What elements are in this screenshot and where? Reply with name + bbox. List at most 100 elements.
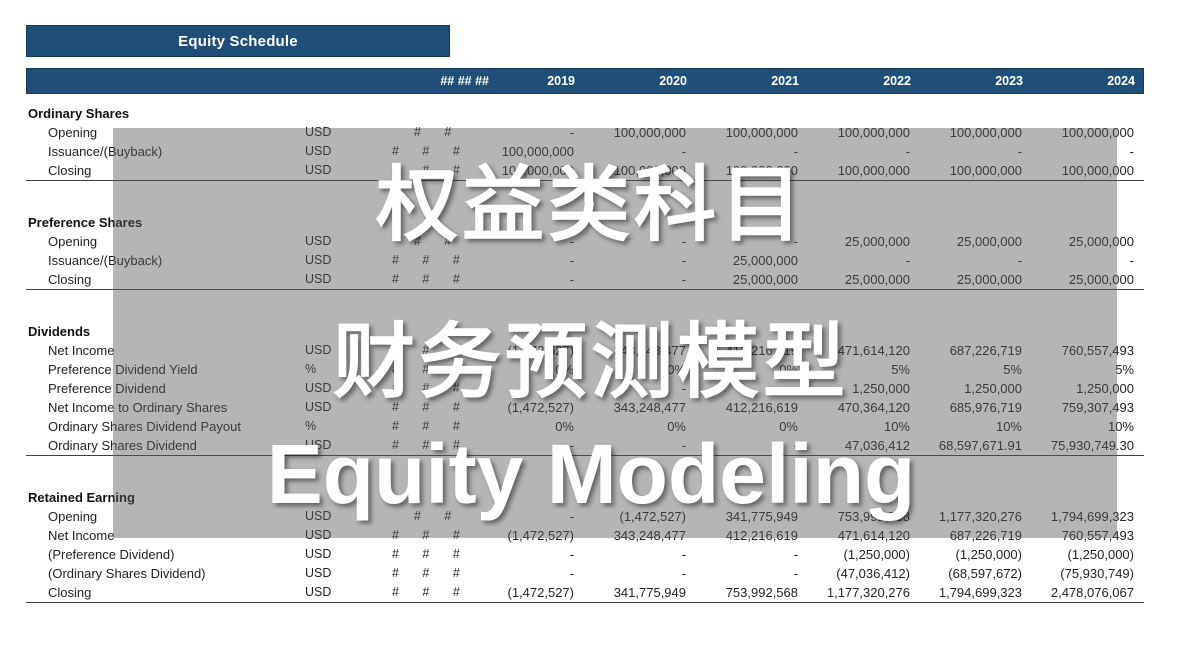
cell-2022: - [905, 144, 910, 159]
row-hash-cell: # # # [392, 343, 470, 357]
cell-2023: - [1017, 253, 1022, 268]
cell-2019: (1,472,527) [507, 400, 575, 415]
row-hash-cell: # # # [392, 144, 470, 158]
cell-2021: 100,000,000 [725, 125, 798, 140]
cell-2021: 0% [779, 362, 798, 377]
cell-2021: - [793, 547, 798, 562]
row-label: Issuance/(Buyback) [48, 253, 163, 268]
section-heading: Preference Shares [0, 213, 1182, 232]
cell-2021: - [793, 381, 798, 396]
cell-2020: 343,248,477 [613, 528, 686, 543]
header-cell-year-2021: 2021 [771, 74, 799, 88]
section-heading-label: Retained Earning [28, 490, 135, 505]
cell-2022: 471,614,120 [837, 343, 910, 358]
cell-2024: - [1129, 144, 1134, 159]
row-label: Preference Dividend Yield [48, 362, 198, 377]
cell-2024: (1,250,000) [1067, 547, 1135, 562]
table-row: Opening USD # # - (1,472,527) 341,775,949 753,… [0, 507, 1182, 526]
row-unit: USD [305, 585, 332, 599]
cell-2021: 412,216,619 [725, 400, 798, 415]
row-hash-cell: # # # [392, 547, 470, 561]
cell-2020: 0% [667, 362, 686, 377]
row-label: Closing [48, 585, 92, 600]
cell-2019: 0% [555, 362, 574, 377]
table-row: Closing USD # # # (1,472,527) 341,775,949 753… [0, 583, 1182, 602]
header-cell-year-2020: 2020 [659, 74, 687, 88]
row-label: Opening [48, 125, 98, 140]
row-label: Opening [48, 234, 98, 249]
cell-2021: 412,216,619 [725, 343, 798, 358]
cell-2019: - [569, 547, 574, 562]
cell-2022: 470,364,120 [837, 400, 910, 415]
cell-2023: 687,226,719 [949, 343, 1022, 358]
table-row: Ordinary Shares Dividend USD # # # - - - 47,03… [0, 436, 1182, 455]
row-hash-cell: # # [414, 234, 462, 248]
cell-2023: 100,000,000 [949, 125, 1022, 140]
cell-2022: 100,000,000 [837, 163, 910, 178]
cell-2024: 75,930,749.30 [1050, 438, 1134, 453]
cell-2022: (1,250,000) [843, 547, 911, 562]
cell-2022: 1,250,000 [852, 381, 910, 396]
row-label: (Preference Dividend) [48, 547, 175, 562]
row-unit: USD [305, 438, 332, 452]
cell-2019: - [569, 566, 574, 581]
header-cell-year-2022: 2022 [883, 74, 911, 88]
table-row: Net Income USD # # # (1,472,527) 343,248,477… [0, 341, 1182, 360]
row-hash-cell: # # # [392, 528, 470, 542]
row-label: Issuance/(Buyback) [48, 144, 163, 159]
row-unit: USD [305, 400, 332, 414]
cell-2019: - [569, 438, 574, 453]
cell-2023: 25,000,000 [956, 272, 1022, 287]
cell-2022: - [905, 253, 910, 268]
page-title-text: Equity Schedule [178, 32, 298, 50]
cell-2019: 0% [555, 419, 574, 434]
row-unit: USD [305, 125, 332, 139]
cell-2019: 100,000,000 [501, 144, 574, 159]
cell-2020: 341,775,949 [613, 585, 686, 600]
section-heading-label: Dividends [28, 324, 91, 339]
row-label: Ordinary Shares Dividend Payout [48, 419, 241, 434]
cell-2024: 100,000,000 [1061, 125, 1134, 140]
cell-2021: 100,000,000 [725, 163, 798, 178]
cell-2023: 687,226,719 [949, 528, 1022, 543]
row-hash-cell: # # # [392, 566, 470, 580]
cell-2022: 25,000,000 [844, 272, 910, 287]
row-label: Net Income to Ordinary Shares [48, 400, 228, 415]
table-row: Opening USD # # - 100,000,000 100,000,000 100,… [0, 123, 1182, 142]
row-unit: % [305, 362, 317, 376]
header-cell-year-2023: 2023 [995, 74, 1023, 88]
cell-2021: - [793, 566, 798, 581]
cell-2024: - [1129, 253, 1134, 268]
cell-2024: 2,478,076,067 [1050, 585, 1134, 600]
header-cell-year-2019: 2019 [547, 74, 575, 88]
cell-2024: 25,000,000 [1068, 234, 1134, 249]
row-unit: USD [305, 234, 332, 248]
cell-2021: 25,000,000 [732, 272, 798, 287]
cell-2021: - [793, 144, 798, 159]
cell-2023: 1,250,000 [964, 381, 1022, 396]
table-row: Issuance/(Buyback) USD # # # 100,000,000 - - -… [0, 142, 1182, 161]
cell-2023: 68,597,671.91 [938, 438, 1022, 453]
total-rule [26, 602, 1144, 603]
section-heading: Retained Earning [0, 488, 1182, 507]
cell-2020: - [681, 253, 686, 268]
row-label: Ordinary Shares Dividend [48, 438, 197, 453]
table-row: Preference Dividend USD # # # - - - 1,250,000 1… [0, 379, 1182, 398]
cell-2019: (1,472,527) [507, 528, 575, 543]
cell-2024: 1,794,699,323 [1050, 509, 1134, 524]
cell-2019: - [569, 234, 574, 249]
row-hash-cell: # # # [392, 381, 470, 395]
header-cell-year-2024: 2024 [1107, 74, 1135, 88]
cell-2019: 100,000,000 [501, 163, 574, 178]
cell-2023: 100,000,000 [949, 163, 1022, 178]
section-heading: Ordinary Shares [0, 104, 1182, 123]
section-heading: Dividends [0, 322, 1182, 341]
row-hash-cell: # # # [392, 419, 470, 433]
cell-2020: - [681, 566, 686, 581]
cell-2022: 1,177,320,276 [826, 585, 910, 600]
row-unit: USD [305, 163, 332, 177]
row-label: Net Income [48, 343, 115, 358]
table-row: Preference Dividend Yield% # # # 0% 0% 0% 5% 5… [0, 360, 1182, 379]
